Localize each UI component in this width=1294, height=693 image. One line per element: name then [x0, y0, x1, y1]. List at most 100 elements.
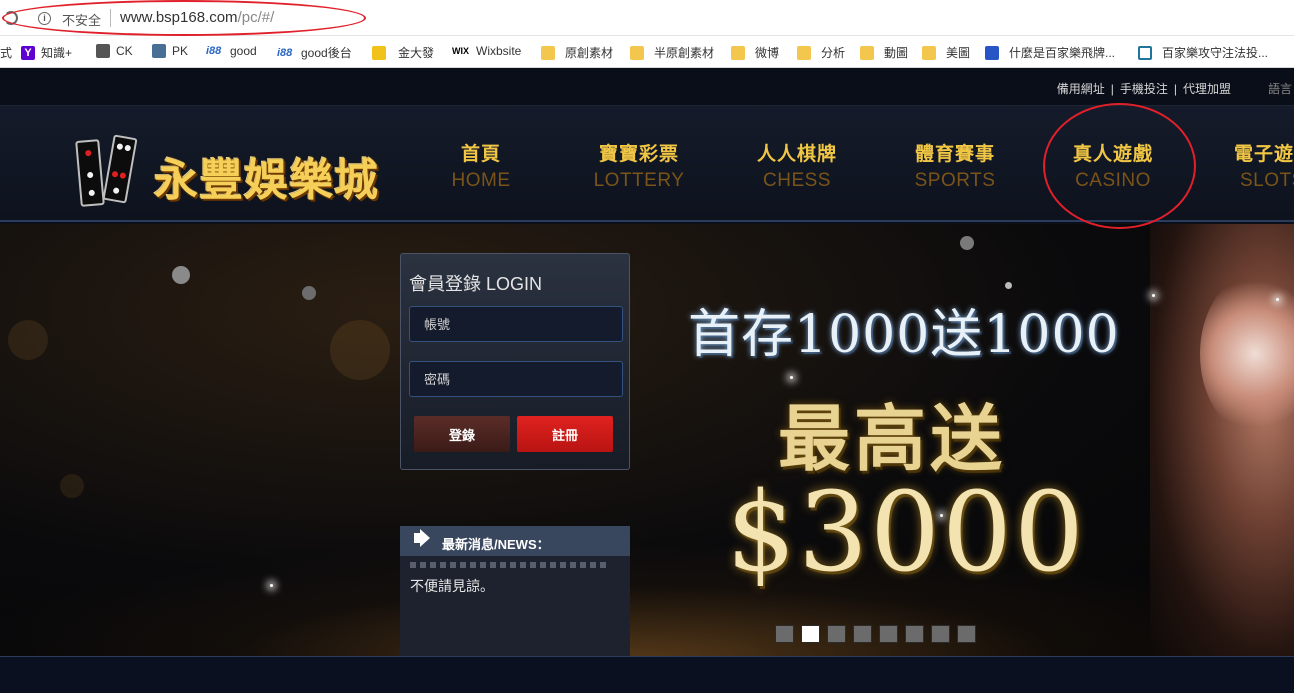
bookmark-label: 微博: [755, 46, 780, 60]
bookmark-item[interactable]: 式: [0, 44, 12, 61]
bookmark-item[interactable]: 半原創素材: [630, 44, 714, 61]
url-host: www.bsp168.com: [120, 9, 238, 26]
i88-icon: i88: [206, 45, 222, 57]
carousel-dot[interactable]: [905, 625, 924, 643]
address-separator: [110, 9, 111, 27]
banner-bottom-strip: [0, 656, 1294, 693]
folder-icon: [630, 45, 644, 60]
nav-label-zh: 首頁: [460, 144, 501, 165]
bookmark-item[interactable]: CK: [96, 44, 133, 58]
carousel-dot[interactable]: [801, 625, 820, 643]
news-header: 最新消息/NEWS：: [400, 526, 630, 556]
bokeh-orb: [8, 320, 48, 360]
site-topbar: 備用網址 | 手機投注 | 代理加盟 語言: [0, 68, 1294, 106]
site-icon: [152, 44, 166, 58]
bookmark-label: 知識+: [41, 46, 73, 60]
bookmark-label: CK: [116, 44, 133, 58]
site-header: 永豐娛樂城 首頁 HOME 寶寶彩票 LOTTERY 人人棋牌 CHESS 體育…: [0, 106, 1294, 222]
bookmark-item[interactable]: 百家樂攻守注法投...: [1138, 44, 1268, 61]
folder-icon: [731, 45, 745, 60]
toplink-mobile-bet[interactable]: 手機投注: [1120, 82, 1168, 96]
bokeh-orb: [172, 266, 190, 284]
bokeh-orb: [60, 474, 84, 498]
carousel-dot[interactable]: [957, 625, 976, 643]
bookmark-item[interactable]: i88 good後台: [277, 44, 352, 61]
nav-sports[interactable]: 體育賽事 SPORTS: [880, 139, 1030, 192]
bookmark-item[interactable]: 微博: [731, 44, 779, 61]
bookmark-label: 半原創素材: [654, 46, 715, 60]
login-panel: 會員登錄 LOGIN 登錄 註冊: [400, 253, 630, 470]
nav-slots[interactable]: 電子遊藝 SLOTS: [1196, 139, 1294, 192]
news-panel: 最新消息/NEWS： 不便請見諒。: [400, 526, 630, 673]
toplink-separator: |: [1110, 82, 1114, 96]
bokeh-orb: [1005, 282, 1012, 289]
nav-label-en: LOTTERY: [593, 170, 685, 191]
bookmark-label: 百家樂攻守注法投...: [1162, 46, 1269, 60]
nav-label-en: SPORTS: [914, 170, 996, 191]
bookmark-item[interactable]: 什麼是百家樂飛牌...: [985, 44, 1115, 61]
bokeh-orb: [302, 286, 316, 300]
site-icon: [96, 44, 110, 58]
bookmark-label: PK: [172, 44, 189, 58]
bookmark-item[interactable]: 動圖: [860, 44, 908, 61]
sparkle: [270, 584, 273, 587]
nav-casino[interactable]: 真人遊戲 CASINO: [1038, 139, 1188, 192]
nav-label-zh: 電子遊藝: [1234, 144, 1294, 165]
nav-label-zh: 寶寶彩票: [598, 144, 679, 165]
folder-icon: [541, 45, 555, 60]
info-icon[interactable]: i: [38, 12, 51, 25]
nav-label-en: SLOTS: [1240, 170, 1294, 191]
nav-label-zh: 體育賽事: [914, 144, 995, 165]
bokeh-orb: [960, 236, 974, 250]
nav-label-en: CASINO: [1075, 170, 1151, 191]
bookmark-item[interactable]: 美圖: [922, 44, 970, 61]
nav-lottery[interactable]: 寶寶彩票 LOTTERY: [564, 139, 714, 192]
folder-icon: [922, 45, 936, 60]
bookmark-item[interactable]: 原創素材: [541, 44, 613, 61]
reload-icon[interactable]: [4, 11, 18, 25]
carousel-dot[interactable]: [775, 625, 794, 643]
bookmark-item[interactable]: i88 good: [206, 44, 257, 58]
password-field[interactable]: [409, 361, 623, 397]
nav-label-zh: 人人棋牌: [756, 144, 837, 165]
carousel-dot[interactable]: [853, 625, 872, 643]
dice-logo-icon: [102, 134, 138, 204]
bookmark-label: 式: [0, 46, 13, 60]
bookmark-item[interactable]: 分析: [797, 44, 845, 61]
site-logo[interactable]: 永豐娛樂城: [154, 144, 379, 208]
register-button[interactable]: 註冊: [517, 416, 613, 452]
login-button[interactable]: 登錄: [414, 416, 510, 452]
news-title: 最新消息/NEWS：: [442, 537, 550, 552]
bookmark-item[interactable]: PK: [152, 44, 188, 58]
toplink-agent[interactable]: 代理加盟: [1183, 82, 1231, 96]
sparkle: [1152, 294, 1155, 297]
toplink-backup-url[interactable]: 備用網址: [1057, 82, 1105, 96]
promo-banner[interactable]: [0, 224, 1294, 656]
insecure-label[interactable]: 不安全: [62, 10, 101, 29]
nav-home[interactable]: 首頁 HOME: [406, 139, 556, 192]
carousel-dot[interactable]: [931, 625, 950, 643]
dice-logo-icon: [75, 139, 105, 207]
nav-chess[interactable]: 人人棋牌 CHESS: [722, 139, 872, 192]
language-selector[interactable]: 語言: [1268, 80, 1292, 97]
banner-glitter: [0, 546, 1294, 656]
account-field[interactable]: [409, 306, 623, 342]
carousel-dot[interactable]: [827, 625, 846, 643]
bookmark-label: good後台: [301, 46, 352, 60]
nav-label-zh: 真人遊戲: [1072, 144, 1153, 165]
folder-icon: [860, 45, 874, 60]
yahoo-icon: Y: [21, 45, 35, 60]
news-scrolling-line: [410, 562, 610, 568]
top-links: 備用網址 | 手機投注 | 代理加盟: [1054, 80, 1234, 97]
url-field[interactable]: www.bsp168.com/pc/#/: [120, 9, 274, 26]
toplink-separator: |: [1173, 82, 1177, 96]
nav-label-en: HOME: [451, 170, 511, 191]
bookmark-item[interactable]: Y 知識+: [21, 44, 72, 61]
bookmark-item[interactable]: 金大發: [372, 44, 434, 61]
bookmark-item[interactable]: WIX Wixbsite: [452, 44, 521, 58]
bookmark-label: 動圖: [884, 46, 909, 60]
bookmark-label: Wixbsite: [476, 44, 522, 58]
bookmarks-bar: 式 Y 知識+ CK PK i88 good i88 good後台 金大發 WIX Wi…: [0, 36, 1294, 68]
carousel-dot[interactable]: [879, 625, 898, 643]
folder-icon: [797, 45, 811, 60]
